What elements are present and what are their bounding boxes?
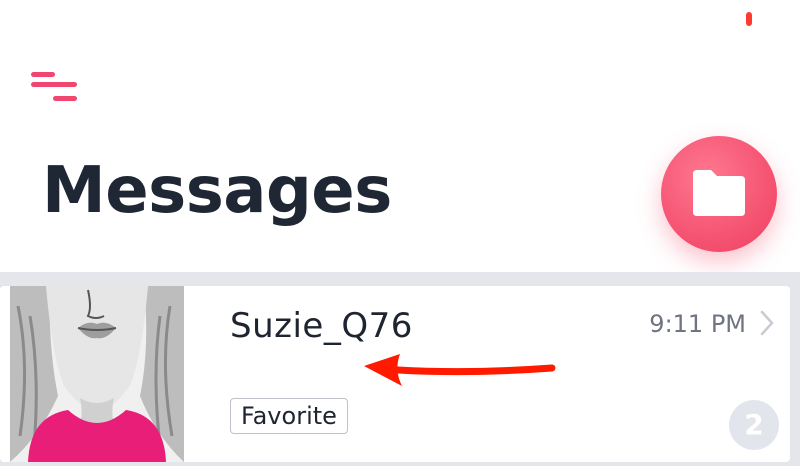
annotation-arrow-icon	[364, 354, 556, 386]
unread-badge: 2	[729, 400, 779, 450]
folder-button[interactable]	[661, 136, 777, 252]
avatar	[10, 286, 184, 462]
chevron-right-icon	[760, 310, 774, 336]
message-time: 9:11 PM	[649, 310, 746, 338]
menu-icon-bar	[53, 96, 77, 101]
status-indicator	[746, 12, 752, 26]
menu-icon-bar	[31, 82, 77, 87]
favorite-tag[interactable]: Favorite	[230, 398, 348, 434]
page-title: Messages	[42, 154, 392, 228]
menu-button[interactable]	[28, 68, 82, 106]
folder-icon	[693, 170, 745, 216]
menu-icon	[31, 72, 55, 77]
contact-name: Suzie_Q76	[230, 306, 413, 346]
